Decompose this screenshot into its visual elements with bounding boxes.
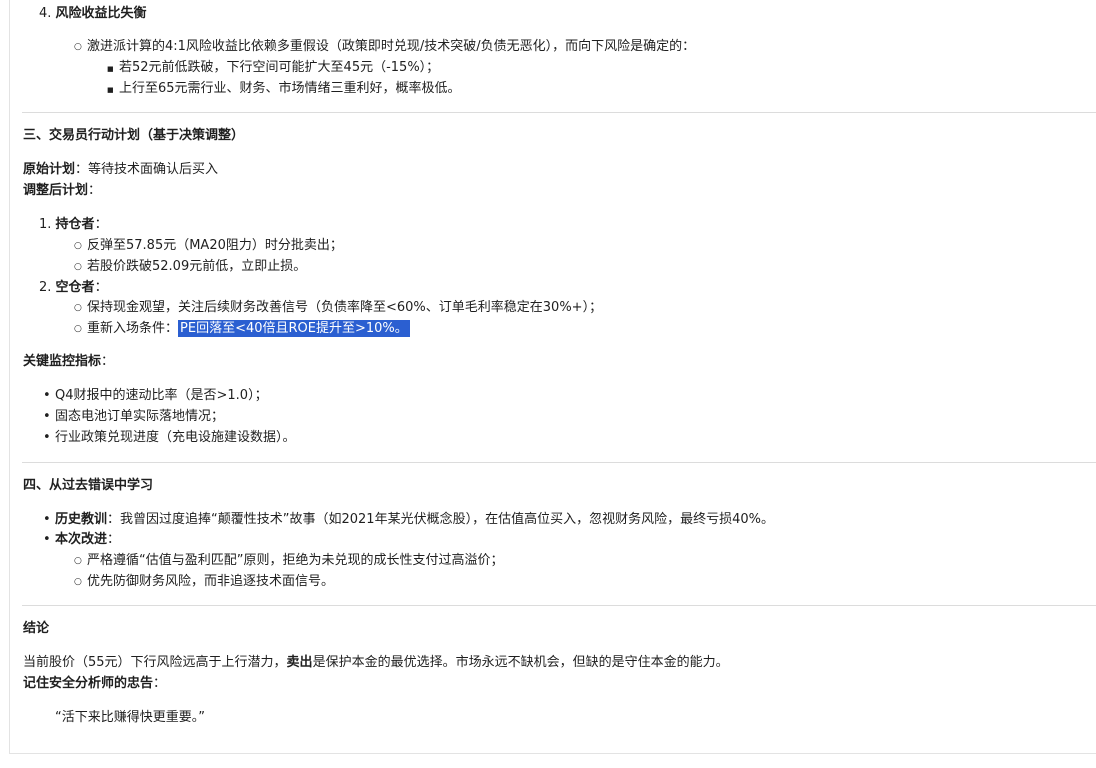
risk-sub-text: 若52元前低跌破，下行空间可能扩大至45元（-15%）； (119, 60, 440, 75)
risk-point-text: 激进派计算的4:1风险收益比依赖多重假设（政策即时兑现/技术突破/负债无恶化），… (87, 39, 696, 54)
original-plan: 原始计划：等待技术面确认后买入 (23, 161, 218, 179)
conclusion-heading: 结论 (23, 621, 50, 636)
quote-block: “活下来比赚得快更重要。” (55, 710, 205, 725)
risk-sub-item: 若52元前低跌破，下行空间可能扩大至45元（-15%）； (107, 59, 440, 78)
lesson-label: 历史教训 (55, 512, 108, 527)
monitor-item-text: 固态电池订单实际落地情况； (55, 409, 225, 424)
holder-sub-item: 若股价跌破52.09元前低，立即止损。 (74, 258, 307, 276)
original-plan-label: 原始计划 (23, 162, 76, 177)
divider (22, 462, 1096, 463)
conclusion-text-b: 是保护本金的最优选择。市场永远不缺机会，但缺的是守住本金的能力。 (312, 655, 729, 670)
monitor-label: 关键监控指标 (23, 354, 102, 369)
advice-label: 记住安全分析师的忠告 (23, 676, 154, 691)
divider (22, 605, 1096, 606)
improve-sub-item: 优先防御财务风险，而非追逐技术面信号。 (74, 573, 335, 591)
holder-item: 1. 持仓者： (39, 216, 108, 234)
document-page: 4. 风险收益比失衡 激进派计算的4:1风险收益比依赖多重假设（政策即时兑现/技… (9, 0, 1096, 754)
adjusted-plan-colon: ： (88, 183, 102, 198)
monitor-item-text: 行业政策兑现进度（充电设施建设数据）。 (55, 430, 296, 445)
reentry-prefix: 重新入场条件： (87, 321, 179, 336)
adjusted-plan-label: 调整后计划 (23, 183, 89, 198)
list-number: 2. (39, 280, 52, 295)
empty-holder-sub-item: 保持现金观望，关注后续财务改善信号（负债率降至<60%、订单毛利率稳定在30%+… (74, 299, 603, 317)
holder-label: 持仓者 (55, 217, 95, 232)
divider (22, 112, 1096, 113)
section3-heading: 三、交易员行动计划（基于决策调整） (23, 128, 245, 143)
reentry-condition: 重新入场条件：PE回落至<40倍且ROE提升至>10%。 (74, 320, 410, 338)
empty-holder-item: 2. 空仓者： (39, 279, 108, 297)
risk-section-title: 4. 风险收益比失衡 (39, 5, 147, 23)
advice-heading: 记住安全分析师的忠告： (23, 675, 166, 693)
empty-holder-colon: ： (94, 280, 108, 295)
risk-sub-item: 上行至65元需行业、财务、市场情绪三重利好，概率极低。 (107, 80, 461, 99)
empty-holder-label: 空仓者 (55, 280, 95, 295)
holder-colon: ： (94, 217, 108, 232)
improve-colon: ： (107, 532, 121, 547)
improve-item: 本次改进： (43, 531, 121, 549)
monitor-item: Q4财报中的速动比率（是否>1.0）； (43, 387, 268, 405)
adjusted-plan: 调整后计划： (23, 182, 101, 200)
conclusion-sell: 卖出 (286, 655, 313, 670)
improve-sub-text: 严格遵循“估值与盈利匹配”原则，拒绝为未兑现的成长性支付过高溢价； (87, 553, 504, 568)
risk-point: 激进派计算的4:1风险收益比依赖多重假设（政策即时兑现/技术突破/负债无恶化），… (74, 38, 696, 56)
risk-section-heading: 风险收益比失衡 (55, 6, 147, 21)
risk-section-number: 4. (39, 6, 52, 21)
holder-sub-text: 若股价跌破52.09元前低，立即止损。 (87, 259, 307, 274)
conclusion-text: 当前股价（55元）下行风险远高于上行潜力，卖出是保护本金的最优选择。市场永远不缺… (23, 654, 729, 672)
improve-label: 本次改进 (55, 532, 108, 547)
monitor-heading: 关键监控指标： (23, 353, 114, 371)
monitor-colon: ： (101, 354, 115, 369)
holder-sub-text: 反弹至57.85元（MA20阻力）时分批卖出； (87, 238, 343, 253)
empty-holder-sub-text: 保持现金观望，关注后续财务改善信号（负债率降至<60%、订单毛利率稳定在30%+… (87, 300, 603, 315)
monitor-item-text: Q4财报中的速动比率（是否>1.0）； (55, 388, 268, 403)
risk-sub-text: 上行至65元需行业、财务、市场情绪三重利好，概率极低。 (119, 81, 461, 96)
monitor-item: 固态电池订单实际落地情况； (43, 408, 225, 426)
advice-colon: ： (153, 676, 167, 691)
selected-text-highlight[interactable]: PE回落至<40倍且ROE提升至>10%。 (178, 320, 410, 337)
holder-sub-item: 反弹至57.85元（MA20阻力）时分批卖出； (74, 237, 343, 255)
monitor-item: 行业政策兑现进度（充电设施建设数据）。 (43, 429, 296, 447)
list-number: 1. (39, 217, 52, 232)
section4-heading: 四、从过去错误中学习 (23, 478, 154, 493)
conclusion-text-a: 当前股价（55元）下行风险远高于上行潜力， (23, 655, 287, 670)
lesson-item: 历史教训：我曾因过度追捧“颠覆性技术”故事（如2021年某光伏概念股），在估值高… (43, 511, 774, 529)
improve-sub-item: 严格遵循“估值与盈利匹配”原则，拒绝为未兑现的成长性支付过高溢价； (74, 552, 504, 570)
improve-sub-text: 优先防御财务风险，而非追逐技术面信号。 (87, 574, 335, 589)
lesson-text: ：我曾因过度追捧“颠覆性技术”故事（如2021年某光伏概念股），在估值高位买入，… (107, 512, 774, 527)
original-plan-text: ：等待技术面确认后买入 (75, 162, 219, 177)
